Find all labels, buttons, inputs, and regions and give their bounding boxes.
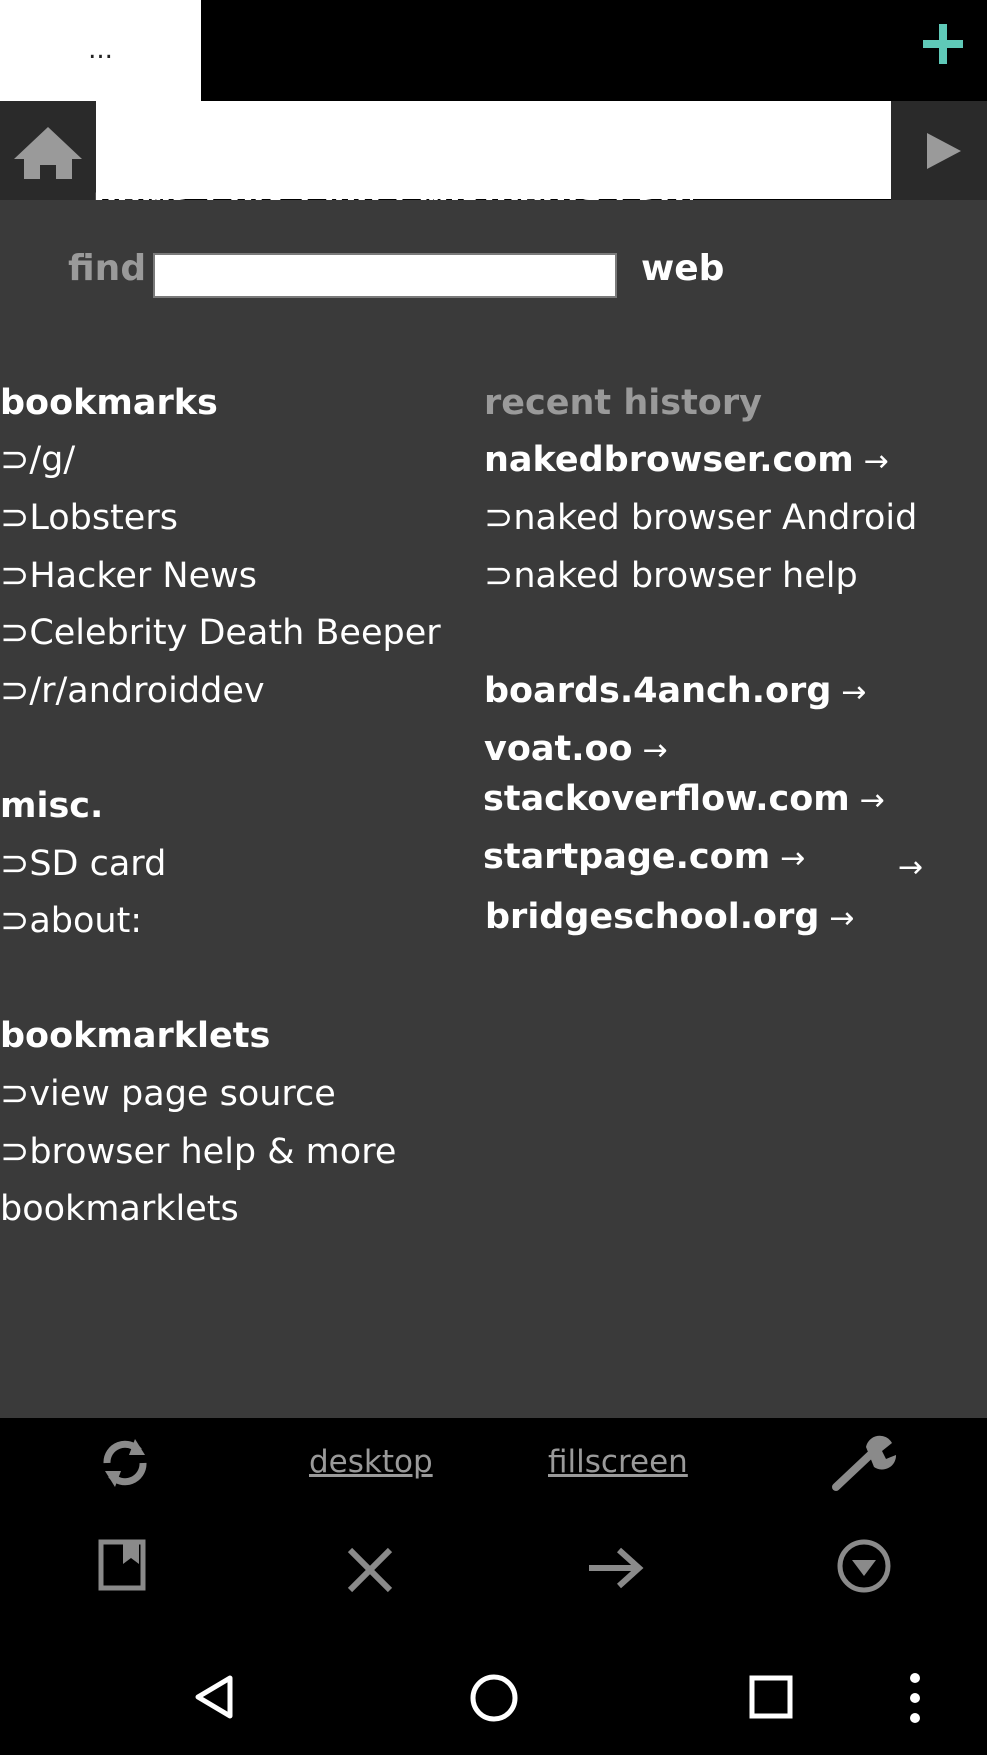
nav-menu-button[interactable] — [900, 1672, 930, 1728]
home-circle-icon — [470, 1674, 518, 1722]
history-site-label: boards.4anch.org — [484, 671, 832, 711]
bookmarklet-item[interactable]: ⊃view page source — [0, 1074, 336, 1114]
arrow-right-icon[interactable]: → — [780, 841, 805, 876]
bookmark-item[interactable]: ⊃Celebrity Death Beeper — [0, 613, 441, 653]
history-site[interactable]: voat.oo → — [484, 729, 668, 769]
back-icon — [195, 1675, 233, 1719]
close-button[interactable] — [340, 1540, 400, 1604]
search-shortcuts[interactable]: news · pix · vid · wikipedia · stock — [93, 170, 693, 200]
more-icon — [910, 1673, 920, 1723]
arrow-right-icon[interactable]: → — [841, 675, 866, 710]
play-icon — [927, 133, 961, 169]
misc-heading: misc. — [0, 786, 104, 826]
history-heading: recent history — [484, 383, 762, 423]
home-button[interactable] — [0, 101, 96, 200]
misc-item[interactable]: ⊃about: — [0, 901, 142, 941]
history-site-label: voat.oo — [484, 729, 633, 769]
bookmarklets-heading: bookmarklets — [0, 1016, 271, 1056]
bookmark-item[interactable]: ⊃/r/androiddev — [0, 671, 265, 711]
forward-button[interactable] — [585, 1540, 645, 1600]
history-site-label: bridgeschool.org — [485, 897, 820, 937]
arrow-right-icon[interactable]: → — [864, 444, 889, 479]
bookmark-item[interactable]: ⊃/g/ — [0, 440, 75, 480]
download-icon — [837, 1539, 891, 1593]
nav-back-button[interactable] — [190, 1672, 240, 1726]
refresh-button[interactable] — [95, 1433, 155, 1497]
misc-item[interactable]: ⊃SD card — [0, 844, 166, 884]
bookmark-item[interactable]: ⊃Hacker News — [0, 556, 257, 596]
download-button[interactable] — [834, 1536, 894, 1600]
arrow-right-icon[interactable]: → — [860, 783, 885, 818]
arrow-right-icon — [589, 1547, 644, 1589]
desktop-toggle[interactable]: desktop — [309, 1444, 433, 1480]
history-site-label: nakedbrowser.com — [484, 440, 854, 480]
bookmarks-heading: bookmarks — [0, 383, 218, 423]
refresh-icon — [103, 1439, 147, 1487]
plus-icon[interactable] — [919, 20, 967, 68]
bookmark-item[interactable]: ⊃Lobsters — [0, 498, 178, 538]
arrow-right-icon[interactable]: → — [829, 901, 854, 936]
bookmark-button[interactable] — [95, 1536, 151, 1600]
arrow-right-icon[interactable]: → — [643, 733, 668, 768]
web-search-link[interactable]: web — [641, 248, 724, 289]
history-site[interactable]: nakedbrowser.com → — [484, 440, 889, 480]
fillscreen-toggle[interactable]: fillscreen — [548, 1444, 688, 1480]
bookmarklet-item[interactable]: ⊃browser help & more — [0, 1132, 396, 1172]
arrow-right-icon[interactable]: → — [898, 850, 923, 885]
history-site-label: stackoverflow.com — [483, 779, 850, 819]
nav-home-button[interactable] — [468, 1672, 520, 1728]
home-icon — [14, 127, 82, 179]
history-item[interactable]: ⊃naked browser Android — [484, 498, 917, 538]
bookmark-icon — [98, 1539, 146, 1591]
settings-button[interactable] — [830, 1433, 900, 1497]
wrench-icon — [832, 1435, 897, 1491]
close-icon — [347, 1547, 393, 1593]
bookmarklet-item[interactable]: bookmarklets — [0, 1189, 239, 1229]
history-site[interactable]: boards.4anch.org → — [484, 671, 867, 711]
history-site[interactable]: bridgeschool.org → — [485, 897, 855, 937]
recents-icon — [749, 1675, 793, 1719]
go-button[interactable] — [891, 101, 987, 200]
history-item[interactable]: ⊃naked browser help — [484, 556, 858, 596]
find-label: find — [68, 248, 147, 289]
tab-current[interactable]: ... — [0, 0, 201, 101]
find-input[interactable] — [153, 253, 617, 298]
history-site[interactable]: startpage.com → — [483, 837, 805, 877]
history-site[interactable]: stackoverflow.com → — [483, 779, 885, 819]
history-site-label: startpage.com — [483, 837, 771, 877]
nav-recents-button[interactable] — [748, 1674, 794, 1724]
